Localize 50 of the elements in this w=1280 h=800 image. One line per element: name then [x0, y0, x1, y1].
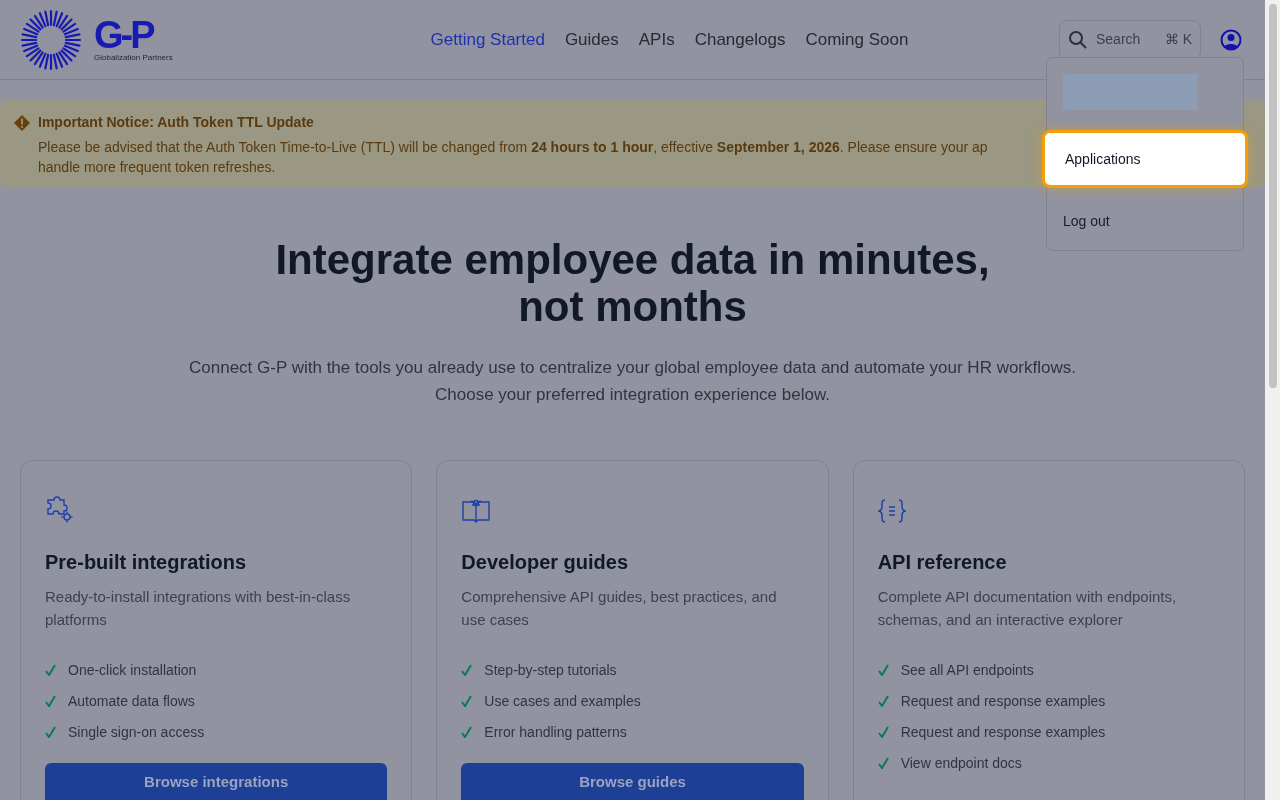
card-title: Pre-built integrations [45, 550, 248, 575]
feature-text: Request and response examples [900, 722, 1106, 742]
check-icon [45, 664, 56, 676]
check-icon [461, 664, 473, 676]
user-icon [1220, 28, 1242, 51]
menu-item[interactable]: Applications [1042, 130, 1248, 188]
warning-icon [14, 114, 30, 131]
feature-text: Automate data flows [68, 691, 195, 711]
puzzle-gear-icon [45, 496, 75, 526]
check-icon [45, 726, 56, 738]
browse-button[interactable]: Browse integrations [45, 763, 388, 800]
card-title: Developer guides [461, 550, 630, 575]
check-icon [877, 757, 889, 769]
code-braces-icon [877, 498, 906, 524]
nav-link[interactable]: Changelogs [694, 26, 786, 53]
check-icon [461, 695, 473, 707]
hero-title: Integrate employee data in minutes, not months [275, 236, 990, 330]
feature-text: Step-by-step tutorials [484, 660, 617, 680]
card-title: API reference [877, 550, 1008, 575]
keyboard-shortcut: ⌘ K [1164, 30, 1192, 49]
nav-link[interactable]: Coming Soon [805, 26, 909, 53]
check-icon [461, 726, 473, 738]
scrollbar[interactable] [1265, 0, 1280, 800]
nav-link[interactable]: APIs [638, 26, 675, 53]
feature-text: One-click installation [68, 660, 197, 680]
menu-item[interactable]: Log out [1047, 192, 1243, 250]
feature-text: Single sign-on access [68, 722, 205, 742]
nav-link[interactable]: Getting Started [430, 26, 545, 53]
nav-link[interactable]: Guides [564, 26, 619, 53]
check-icon [877, 664, 889, 676]
card-description: Comprehensive API guides, best practices, and use cases [461, 587, 778, 630]
check-icon [877, 695, 889, 707]
browse-button[interactable]: Browse guides [461, 763, 804, 800]
check-icon [45, 695, 56, 707]
feature-text: Use cases and examples [484, 691, 641, 711]
feature-text: Request and response examples [900, 691, 1106, 711]
search-icon [1068, 29, 1088, 50]
feature-text: See all API endpoints [900, 660, 1034, 680]
check-icon [877, 726, 889, 738]
logo-wordmark: G-P [94, 15, 154, 54]
search-placeholder: Search [1096, 30, 1142, 49]
feature-text: Error handling patterns [484, 722, 627, 742]
card-description: Complete API documentation with endpoints, schemas, and an interactive explorer [877, 587, 1178, 630]
notice-title: Important Notice: Auth Token TTL Update [38, 113, 314, 132]
feature-text: View endpoint docs [900, 753, 1022, 773]
hero-subtitle: Connect G-P with the tools you already use to centralize your global employee data and automate your HR workflows. Choose your preferred integration experience below. [189, 357, 1076, 406]
logo-sun-icon [20, 8, 82, 71]
notice-text: Please be advised that the Auth Token Time-to-Live (TTL) will be changed from 24 hours to 1 hour, effective September 1, 2026. Please ensure your ap handle more frequent token refreshes. [38, 138, 988, 177]
card-description: Ready-to-install integrations with best-in-class platforms [45, 587, 352, 630]
logo-tagline: Globalization Partners [94, 51, 173, 64]
